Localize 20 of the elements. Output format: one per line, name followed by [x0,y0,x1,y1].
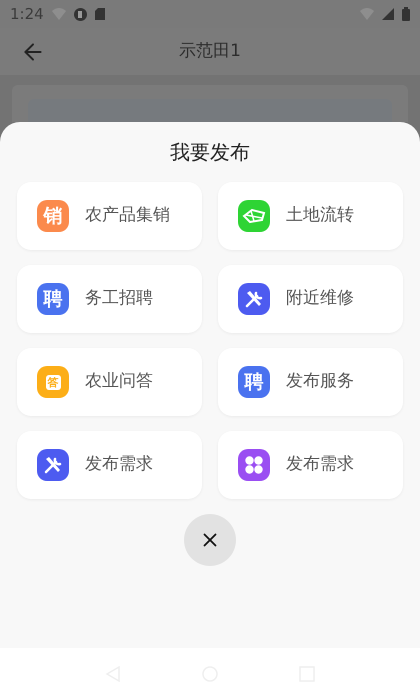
speech-bubble-icon: 答 [37,366,69,398]
sd-card-icon [94,8,105,20]
signal-icon [382,8,394,20]
publish-option[interactable]: 聘 务工招聘 [17,265,202,333]
badge-icon: 聘 [37,283,69,315]
page-title: 示范田1 [179,40,241,63]
badge-icon: 销 [37,200,69,232]
publish-option[interactable]: 答 农业问答 [17,348,202,416]
sheet-title: 我要发布 [170,139,250,166]
badge-icon: 聘 [238,366,270,398]
publish-option[interactable]: 发布需求 [17,431,202,499]
status-time: 1:24 [10,4,44,25]
publish-option[interactable]: 销 农产品集销 [17,182,202,250]
publish-option[interactable]: 发布需求 [218,431,403,499]
publish-option[interactable]: 附近维修 [218,265,403,333]
close-button[interactable] [184,514,236,566]
publish-option[interactable]: 聘 发布服务 [218,348,403,416]
app-icon [74,8,87,20]
publish-option[interactable]: 土地流转 [218,182,403,250]
battery-icon [402,7,410,21]
